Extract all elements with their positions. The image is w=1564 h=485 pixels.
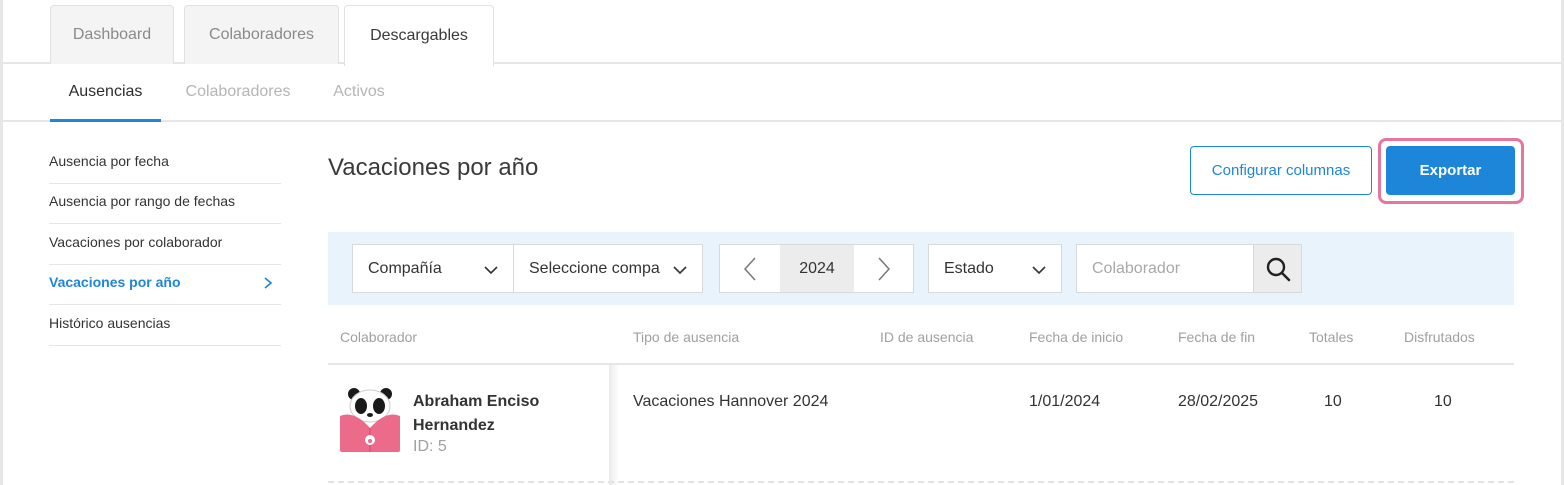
search-icon [1266,257,1290,281]
top-tab-bar: Dashboard Colaboradores Descargables [3,0,1561,66]
employee-id: ID: 5 [413,438,447,455]
filter-bar: Compañía Seleccione compa 2024 Estado [328,232,1514,305]
status-select[interactable]: Estado [928,244,1062,293]
chevron-right-icon [878,256,891,281]
employee-name[interactable]: Abraham Enciso Hernandez [413,390,593,438]
column-header-fecha-fin[interactable]: Fecha de fin [1178,329,1255,345]
year-value: 2024 [780,245,854,292]
column-header-disfrutados[interactable]: Disfrutados [1404,329,1475,345]
header-divider [328,363,1514,365]
subtab-colaboradores[interactable]: Colaboradores [173,64,303,120]
sidebar-item-label: Ausencia por fecha [49,152,169,169]
column-header-totales[interactable]: Totales [1309,329,1353,345]
column-header-fecha-inicio[interactable]: Fecha de inicio [1029,329,1123,345]
chevron-down-icon [1032,266,1046,275]
company-select-value: Seleccione compa [529,259,660,277]
column-header-colaborador[interactable]: Colaborador [340,329,417,345]
cell-disfrutados: 10 [1434,393,1452,410]
report-sidebar: Ausencia por fecha Ausencia por rango de… [49,143,281,346]
cell-fecha-inicio: 1/01/2024 [1029,393,1101,410]
sidebar-item-label: Vacaciones por colaborador [49,233,223,250]
cell-tipo-ausencia: Vacaciones Hannover 2024 [633,393,829,410]
frozen-column-shadow [609,365,619,485]
sidebar-item-label: Ausencia por rango de fechas [49,193,236,210]
tab-dashboard[interactable]: Dashboard [50,5,174,64]
colaborador-search [1076,244,1302,293]
search-button[interactable] [1253,244,1302,293]
column-header-id-ausencia[interactable]: ID de ausencia [880,329,973,345]
column-header-tipo-ausencia[interactable]: Tipo de ausencia [633,329,739,345]
tab-colaboradores[interactable]: Colaboradores [184,5,339,64]
subtab-ausencias[interactable]: Ausencias [50,64,161,122]
cell-totales: 10 [1324,393,1342,410]
sidebar-item-label: Vacaciones por año [49,274,181,291]
sidebar-item-historico-ausencias[interactable]: Histórico ausencias [49,305,281,346]
previous-year-button[interactable] [720,245,780,292]
sub-tab-bar: Ausencias Colaboradores Activos [3,64,1561,122]
next-year-button[interactable] [854,245,914,292]
chevron-down-icon [484,266,498,275]
page-title: Vacaciones por año [328,154,539,181]
company-select[interactable]: Seleccione compa [513,244,703,293]
tab-descargables[interactable]: Descargables [344,5,494,66]
row-divider [328,481,1514,483]
sidebar-item-ausencia-por-fecha[interactable]: Ausencia por fecha [49,143,281,184]
company-label-select[interactable]: Compañía [352,244,514,293]
sidebar-item-label: Histórico ausencias [49,314,171,331]
sidebar-item-ausencia-por-rango[interactable]: Ausencia por rango de fechas [49,184,281,224]
sidebar-item-vacaciones-por-anio[interactable]: Vacaciones por año [49,265,281,305]
cell-fecha-fin: 28/02/2025 [1178,393,1259,410]
export-button[interactable]: Exportar [1386,146,1515,195]
subtab-activos[interactable]: Activos [323,64,395,120]
colaborador-search-input[interactable] [1077,245,1253,292]
chevron-right-icon [264,276,273,289]
chevron-down-icon [673,266,687,275]
sidebar-item-vacaciones-por-colaborador[interactable]: Vacaciones por colaborador [49,224,281,265]
chevron-left-icon [743,256,756,281]
avatar [338,388,402,452]
configure-columns-button[interactable]: Configurar columnas [1190,146,1372,195]
company-label: Compañía [368,259,442,277]
status-label: Estado [944,259,994,277]
year-stepper: 2024 [719,244,914,293]
